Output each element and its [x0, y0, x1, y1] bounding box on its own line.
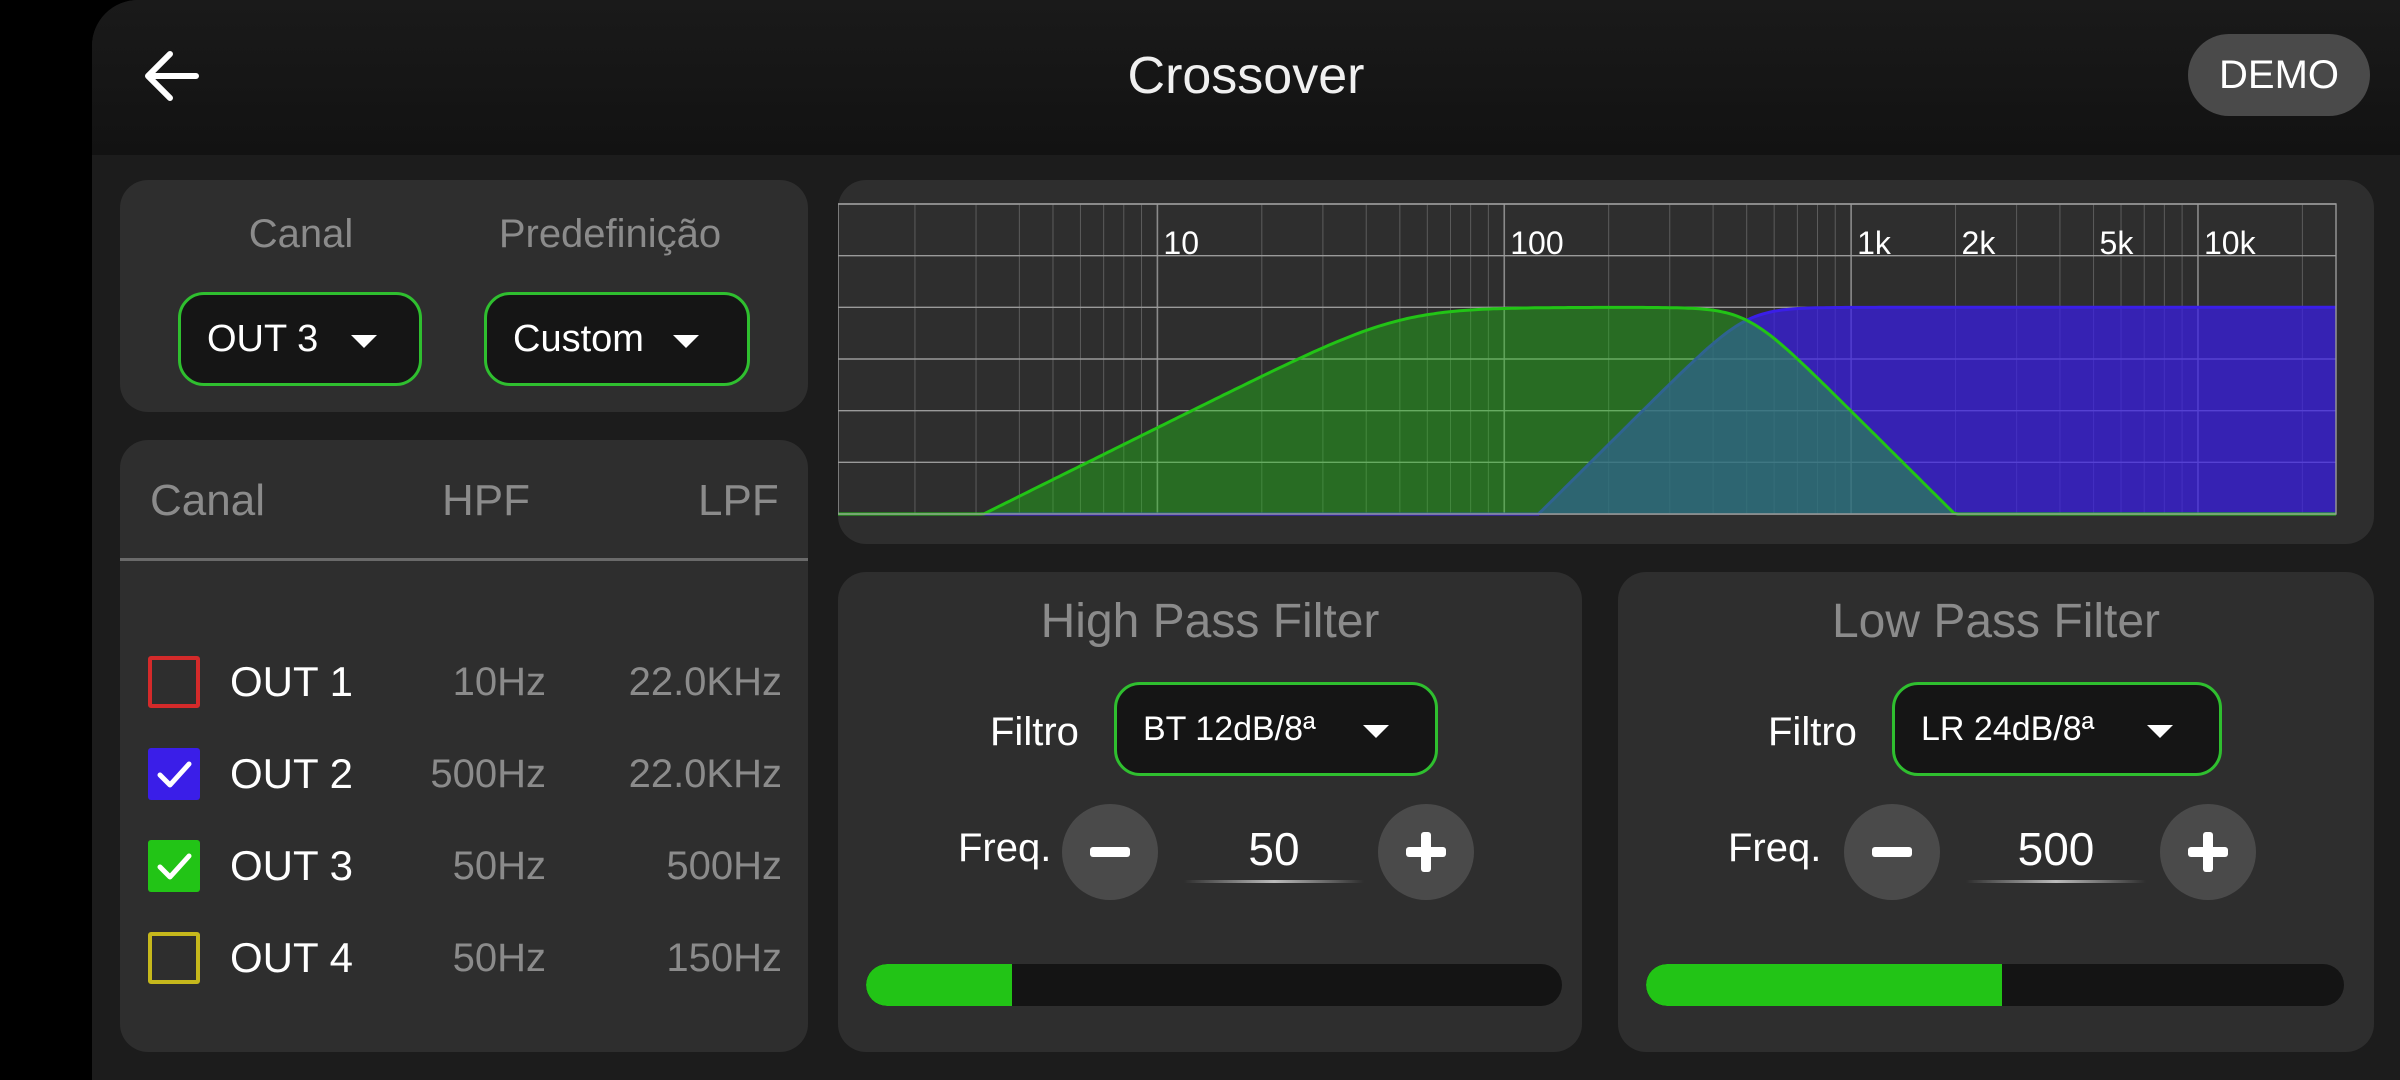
channel-lpf-value: 500Hz — [666, 844, 782, 888]
minus-icon — [1090, 847, 1130, 857]
channel-lpf-value: 150Hz — [666, 936, 782, 980]
preset-dropdown-value: Custom — [513, 317, 644, 360]
page-title: Crossover — [1127, 47, 1365, 105]
high-pass-filter-panel: High Pass Filter Filtro BT 12dB/8ª Freq.… — [838, 572, 1582, 1052]
hpf-filter-label: Filtro — [990, 710, 1079, 754]
x-tick-label: 10 — [1163, 225, 1199, 261]
lpf-freq-label: Freq. — [1728, 826, 1822, 870]
chevron-down-icon — [351, 335, 377, 348]
hpf-frequency-underline — [1184, 880, 1364, 883]
channel-checkbox[interactable] — [148, 932, 200, 984]
table-header-canal: Canal — [150, 476, 265, 525]
canal-label: Canal — [248, 212, 354, 256]
hpf-slider[interactable] — [866, 964, 1562, 1006]
canal-dropdown-value: OUT 3 — [207, 317, 319, 360]
lpf-slider-fill — [1646, 964, 2002, 1006]
crossover-graph: 10 100 1k 2k 5k 10k — [838, 203, 2337, 516]
plus-icon — [2188, 832, 2228, 872]
channel-lpf-value: 22.0KHz — [628, 752, 782, 796]
hpf-freq-label: Freq. — [958, 826, 1052, 870]
channel-hpf-value: 500Hz — [430, 752, 546, 796]
plus-icon — [1406, 832, 1446, 872]
hpf-title: High Pass Filter — [1040, 595, 1380, 648]
lpf-filter-label: Filtro — [1768, 710, 1857, 754]
check-icon — [157, 761, 192, 788]
hpf-filter-value: BT 12dB/8ª — [1143, 709, 1316, 748]
hpf-slider-fill — [866, 964, 1013, 1006]
hpf-increase-button[interactable] — [1378, 804, 1474, 900]
app-window: Crossover DEMO Canal Predefinição OUT 3 … — [92, 0, 2400, 1080]
lpf-decrease-button[interactable] — [1844, 804, 1940, 900]
channel-checkbox[interactable] — [148, 656, 200, 708]
table-row[interactable]: OUT 3 50Hz 500Hz — [120, 836, 808, 896]
channel-name: OUT 1 — [230, 658, 353, 705]
hpf-frequency-value[interactable]: 50 — [1184, 822, 1364, 876]
preset-label: Predefinição — [498, 212, 722, 256]
table-header-lpf: LPF — [698, 476, 779, 525]
lpf-slider[interactable] — [1646, 964, 2344, 1006]
header-bar: Crossover DEMO — [92, 0, 2400, 155]
channel-checkbox[interactable] — [148, 840, 200, 892]
lpf-frequency-value[interactable]: 500 — [1966, 822, 2146, 876]
low-pass-filter-panel: Low Pass Filter Filtro LR 24dB/8ª Freq. … — [1618, 572, 2374, 1052]
lpf-title: Low Pass Filter — [1831, 595, 2161, 648]
channel-lpf-value: 22.0KHz — [628, 660, 782, 704]
hpf-filter-dropdown[interactable]: BT 12dB/8ª — [1114, 682, 1438, 776]
lpf-filter-dropdown[interactable]: LR 24dB/8ª — [1892, 682, 2222, 776]
crossover-graph-panel: 10 100 1k 2k 5k 10k — [838, 180, 2374, 544]
minus-icon — [1872, 847, 1912, 857]
table-row[interactable]: OUT 1 10Hz 22.0KHz — [120, 652, 808, 712]
table-row[interactable]: OUT 4 50Hz 150Hz — [120, 928, 808, 988]
x-tick-label: 1k — [1857, 225, 1892, 261]
check-icon — [157, 853, 192, 880]
channel-hpf-value: 50Hz — [452, 936, 546, 980]
table-header-hpf: HPF — [442, 476, 530, 525]
channel-name: OUT 3 — [230, 842, 353, 889]
channel-name: OUT 4 — [230, 934, 353, 981]
table-divider — [120, 558, 808, 561]
channel-checkbox[interactable] — [148, 748, 200, 800]
hpf-decrease-button[interactable] — [1062, 804, 1158, 900]
chevron-down-icon — [673, 335, 699, 348]
canal-dropdown[interactable]: OUT 3 — [178, 292, 422, 386]
chevron-down-icon — [1363, 725, 1389, 738]
preset-dropdown[interactable]: Custom — [484, 292, 750, 386]
channel-hpf-value: 50Hz — [452, 844, 546, 888]
selector-panel: Canal Predefinição OUT 3 Custom — [120, 180, 808, 412]
channel-hpf-value: 10Hz — [452, 660, 546, 704]
table-row[interactable]: OUT 2 500Hz 22.0KHz — [120, 744, 808, 804]
channel-name: OUT 2 — [230, 750, 353, 797]
lpf-increase-button[interactable] — [2160, 804, 2256, 900]
lpf-frequency-underline — [1966, 880, 2146, 883]
lpf-filter-value: LR 24dB/8ª — [1921, 709, 2095, 748]
x-tick-label: 5k — [2100, 225, 2135, 261]
channel-table-panel: Canal HPF LPF OUT 1 10Hz 22.0KHz OUT 2 500Hz… — [120, 440, 808, 1052]
demo-button[interactable]: DEMO — [2188, 34, 2370, 116]
x-tick-label: 10k — [2204, 225, 2257, 261]
chevron-down-icon — [2147, 725, 2173, 738]
x-tick-label: 100 — [1510, 225, 1563, 261]
x-tick-label: 2k — [1962, 225, 1997, 261]
